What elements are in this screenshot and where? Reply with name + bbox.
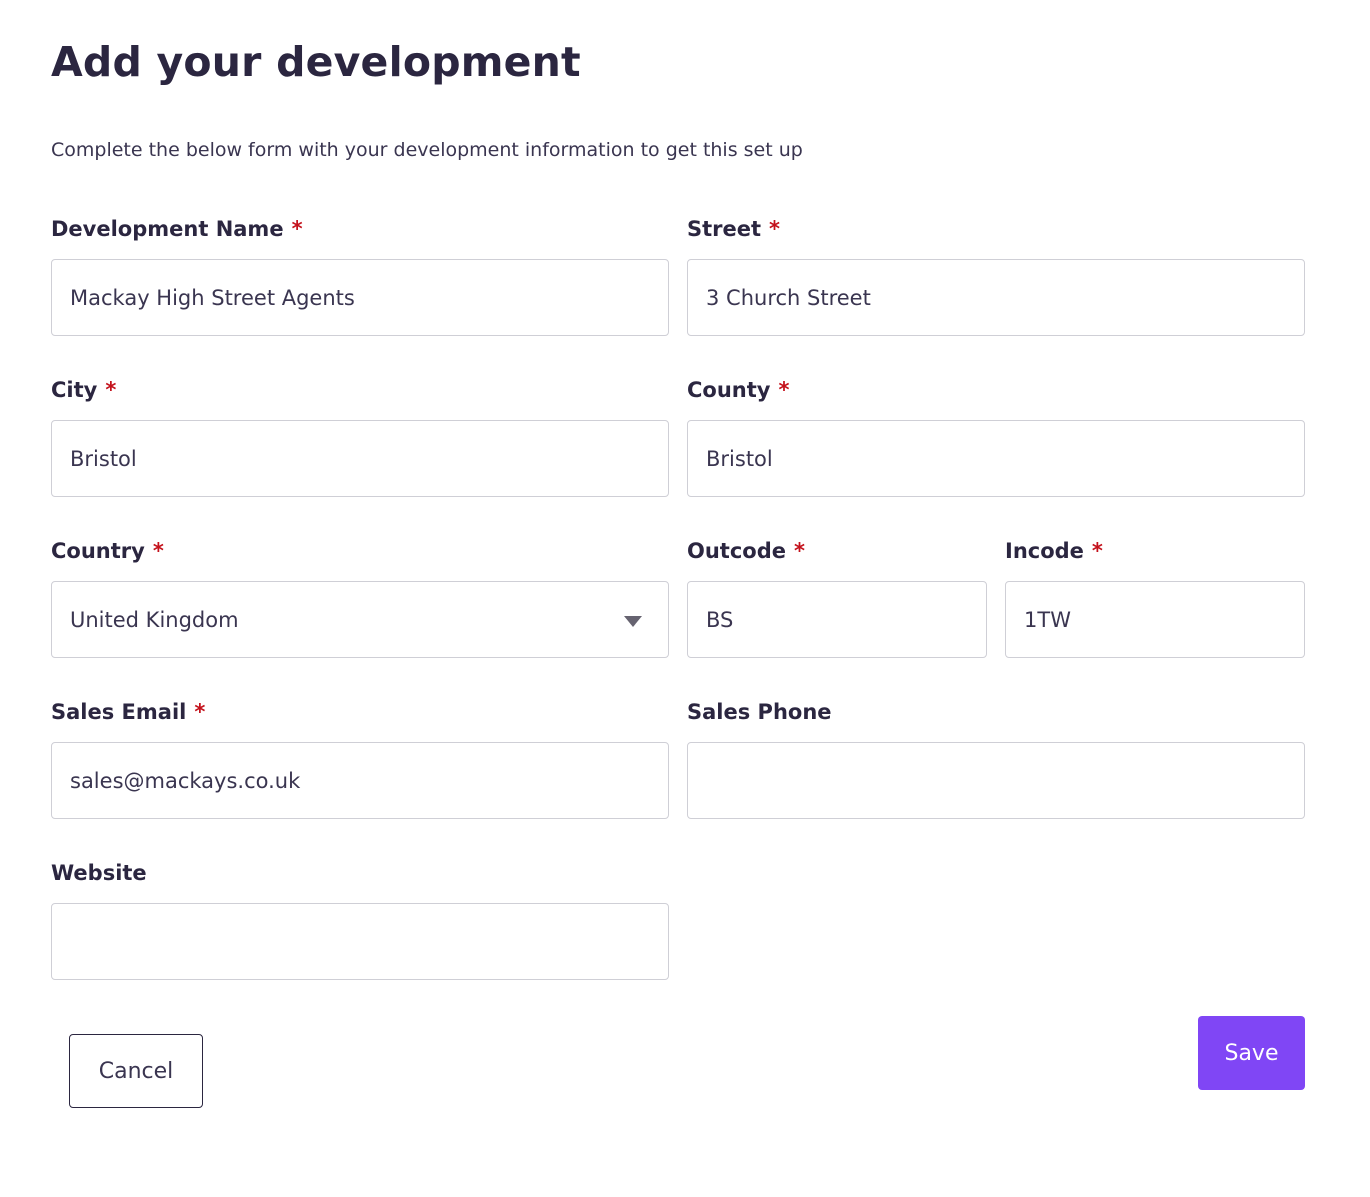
required-marker: * <box>194 700 206 724</box>
required-marker: * <box>105 378 117 402</box>
page-subtitle: Complete the below form with your develo… <box>51 139 803 161</box>
street-input[interactable] <box>687 259 1305 336</box>
incode-input[interactable] <box>1005 581 1305 658</box>
website-label-text: Website <box>51 861 147 885</box>
save-button[interactable]: Save <box>1198 1016 1305 1090</box>
outcode-label: Outcode * <box>687 536 805 566</box>
city-input[interactable] <box>51 420 669 497</box>
county-input[interactable] <box>687 420 1305 497</box>
cancel-button[interactable]: Cancel <box>69 1034 203 1108</box>
country-select-value: United Kingdom <box>70 607 239 632</box>
incode-label-text: Incode <box>1005 539 1084 563</box>
required-marker: * <box>769 217 781 241</box>
required-marker: * <box>1091 539 1103 563</box>
country-select[interactable]: United Kingdom <box>51 581 669 658</box>
sales-phone-label: Sales Phone <box>687 697 832 727</box>
outcode-label-text: Outcode <box>687 539 786 563</box>
county-label-text: County <box>687 378 771 402</box>
required-marker: * <box>778 378 790 402</box>
development-name-label-text: Development Name <box>51 217 284 241</box>
sales-phone-input[interactable] <box>687 742 1305 819</box>
county-label: County * <box>687 375 789 405</box>
page-title: Add your development <box>51 38 581 86</box>
development-name-label: Development Name * <box>51 214 303 244</box>
street-label: Street * <box>687 214 780 244</box>
outcode-input[interactable] <box>687 581 987 658</box>
city-label: City * <box>51 375 116 405</box>
city-label-text: City <box>51 378 98 402</box>
sales-email-label: Sales Email * <box>51 697 205 727</box>
website-label: Website <box>51 858 147 888</box>
website-input[interactable] <box>51 903 669 980</box>
country-label-text: Country <box>51 539 145 563</box>
country-label: Country * <box>51 536 164 566</box>
required-marker: * <box>152 539 164 563</box>
sales-email-input[interactable] <box>51 742 669 819</box>
required-marker: * <box>291 217 303 241</box>
incode-label: Incode * <box>1005 536 1103 566</box>
sales-email-label-text: Sales Email <box>51 700 187 724</box>
chevron-down-icon[interactable] <box>624 616 642 627</box>
sales-phone-label-text: Sales Phone <box>687 700 832 724</box>
street-label-text: Street <box>687 217 762 241</box>
development-name-input[interactable] <box>51 259 669 336</box>
required-marker: * <box>794 539 805 563</box>
